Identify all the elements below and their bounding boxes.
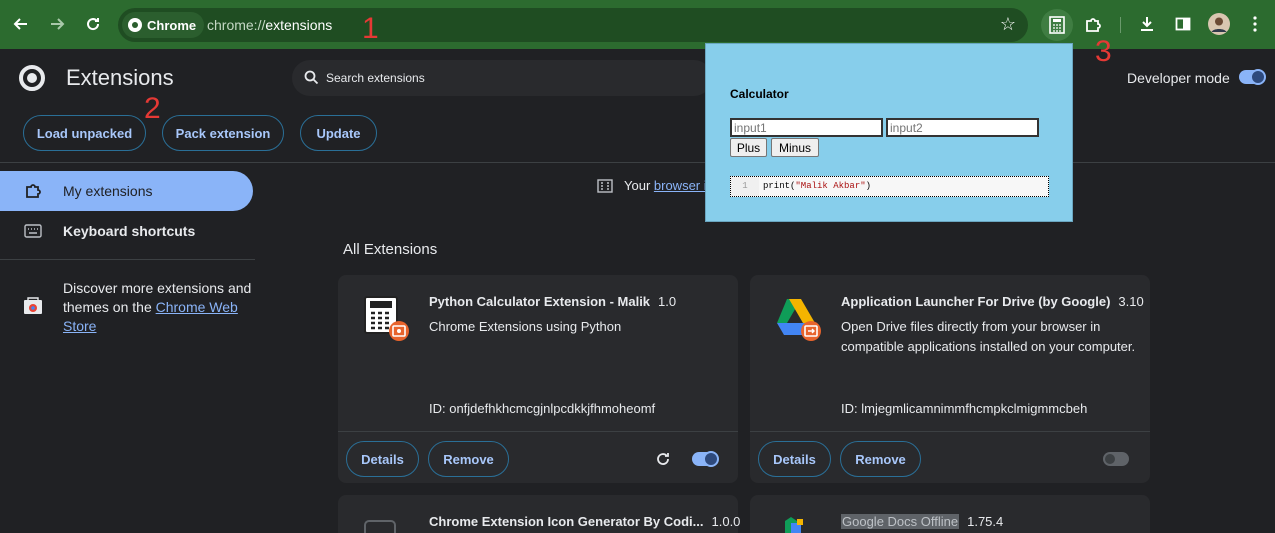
extension-enable-toggle[interactable] bbox=[692, 451, 719, 467]
sidebar-item-keyboard-shortcuts[interactable]: Keyboard shortcuts bbox=[63, 223, 195, 239]
extension-name-text: Chrome Extension Icon Generator By Codi.… bbox=[429, 514, 704, 529]
url-text[interactable]: chrome://extensions bbox=[207, 17, 332, 33]
address-bar[interactable]: Chrome chrome://extensions ☆ bbox=[118, 8, 1028, 42]
pack-extension-button[interactable]: Pack extension bbox=[162, 115, 284, 151]
bookmark-star-icon[interactable]: ☆ bbox=[1000, 14, 1016, 35]
extension-description: Open Drive files directly from your brow… bbox=[841, 319, 1136, 354]
extension-version: 1.75.4 bbox=[967, 514, 1004, 529]
annotation-1: 1 bbox=[362, 12, 379, 45]
url-scheme: chrome:// bbox=[207, 17, 266, 33]
chrome-logo-icon bbox=[128, 18, 142, 32]
extension-card: Application Launcher For Drive (by Googl… bbox=[750, 275, 1150, 483]
web-store-icon bbox=[24, 297, 42, 314]
download-icon[interactable] bbox=[1133, 10, 1161, 38]
header-divider bbox=[0, 162, 1275, 163]
code-function: print( bbox=[763, 181, 796, 191]
more-menu-icon[interactable] bbox=[1241, 10, 1269, 38]
keyboard-icon bbox=[24, 224, 42, 238]
popup-title: Calculator bbox=[730, 87, 789, 101]
code-line-number: 1 bbox=[731, 177, 759, 196]
chip-label: Chrome bbox=[147, 17, 197, 33]
browser-toolbar: Chrome chrome://extensions ☆ bbox=[0, 0, 1275, 49]
building-icon bbox=[597, 179, 613, 193]
annotation-3: 3 bbox=[1095, 35, 1112, 68]
card-divider bbox=[750, 431, 1150, 432]
reload-icon[interactable] bbox=[79, 10, 107, 38]
input1-field[interactable] bbox=[730, 118, 883, 137]
annotation-2: 2 bbox=[144, 92, 161, 125]
search-input[interactable]: Search extensions bbox=[326, 71, 425, 85]
google-drive-icon bbox=[777, 299, 821, 341]
code-line: print("Malik Akbar") bbox=[763, 177, 871, 196]
extension-id: ID: lmjegmlicamnimmfhcmpkclmigmmcbeh bbox=[841, 401, 1088, 416]
managed-link[interactable]: browser i bbox=[654, 178, 707, 193]
discover-text: Discover more extensions and themes on t… bbox=[63, 279, 253, 336]
card-divider bbox=[338, 431, 738, 432]
developer-mode-toggle[interactable] bbox=[1239, 69, 1266, 85]
icon-generator-icon bbox=[364, 520, 396, 533]
back-arrow-icon[interactable] bbox=[7, 10, 35, 38]
update-button[interactable]: Update bbox=[300, 115, 377, 151]
extension-name-text: Application Launcher For Drive (by Googl… bbox=[841, 294, 1111, 309]
input2-field[interactable] bbox=[886, 118, 1039, 137]
chrome-chip[interactable]: Chrome bbox=[122, 12, 205, 38]
sidebar-divider bbox=[0, 259, 255, 260]
calculator-popup: Calculator Plus Minus 1 print("Malik Akb… bbox=[705, 43, 1073, 222]
managed-prefix: Your bbox=[624, 178, 654, 193]
extension-card: Google Docs Offline 1.75.4 bbox=[750, 495, 1150, 533]
minus-button[interactable]: Minus bbox=[771, 138, 819, 157]
search-icon bbox=[304, 70, 319, 85]
search-box[interactable]: Search extensions bbox=[292, 60, 712, 96]
chrome-logo-icon bbox=[19, 65, 45, 91]
extension-card: Python Calculator Extension - Malik 1.0 C… bbox=[338, 275, 738, 483]
code-string: "Malik Akbar" bbox=[795, 181, 866, 191]
extension-version: 3.10 bbox=[1118, 294, 1144, 309]
extension-name: Google Docs Offline 1.75.4 bbox=[841, 514, 1003, 529]
extension-name-text: Python Calculator Extension - Malik bbox=[429, 294, 651, 309]
extension-name: Python Calculator Extension - Malik 1.0 bbox=[429, 294, 676, 309]
code-close: ) bbox=[865, 181, 872, 191]
code-editor[interactable]: 1 print("Malik Akbar") bbox=[730, 176, 1049, 197]
puzzle-icon bbox=[26, 184, 41, 198]
remove-button[interactable]: Remove bbox=[428, 441, 509, 477]
reload-extension-icon[interactable] bbox=[655, 451, 671, 467]
sidebar-item-label: My extensions bbox=[63, 183, 153, 199]
extension-card: Chrome Extension Icon Generator By Codi.… bbox=[338, 495, 740, 533]
extension-version: 1.0 bbox=[658, 294, 677, 309]
page-title: Extensions bbox=[66, 65, 174, 90]
details-button[interactable]: Details bbox=[758, 441, 831, 477]
extension-enable-toggle[interactable] bbox=[1103, 452, 1129, 466]
avatar[interactable] bbox=[1205, 10, 1233, 38]
load-unpacked-button[interactable]: Load unpacked bbox=[23, 115, 146, 151]
toolbar-divider bbox=[1120, 17, 1121, 33]
google-docs-icon bbox=[785, 517, 803, 533]
plus-button[interactable]: Plus bbox=[730, 138, 767, 157]
extension-name: Application Launcher For Drive (by Googl… bbox=[841, 294, 1144, 309]
calculator-app-icon bbox=[364, 296, 409, 341]
url-path: extensions bbox=[265, 17, 333, 33]
calculator-extension-icon[interactable] bbox=[1041, 9, 1073, 41]
extension-version: 1.0.0 bbox=[711, 514, 741, 529]
extension-description: Chrome Extensions using Python bbox=[429, 319, 622, 334]
side-panel-icon[interactable] bbox=[1169, 10, 1197, 38]
extension-name-text: Google Docs Offline bbox=[841, 514, 960, 529]
details-button[interactable]: Details bbox=[346, 441, 419, 477]
remove-button[interactable]: Remove bbox=[840, 441, 921, 477]
section-title: All Extensions bbox=[343, 241, 438, 258]
extension-id: ID: onfjdefhkhcmcgjnlpcdkkjfhmoheomf bbox=[429, 401, 656, 416]
developer-mode-label: Developer mode bbox=[1127, 70, 1230, 86]
forward-arrow-icon[interactable] bbox=[43, 10, 71, 38]
managed-notice: Your browser i bbox=[624, 178, 707, 193]
extension-name: Chrome Extension Icon Generator By Codi.… bbox=[429, 514, 740, 529]
